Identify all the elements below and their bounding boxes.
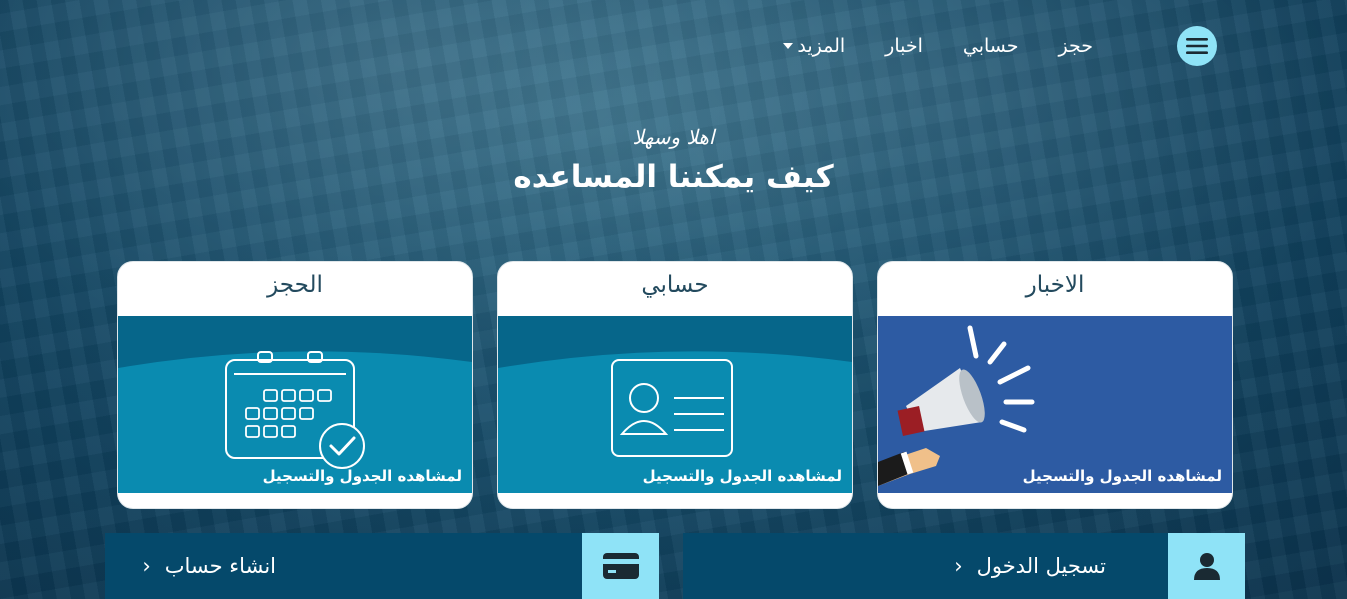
card-title: حسابي [641, 272, 709, 298]
top-nav: حجز حسابي اخبار المزيد [783, 26, 1217, 66]
chevron-left-icon: ‹ [142, 554, 151, 578]
login-label-group: تسجيل الدخول ‹ [954, 554, 1106, 578]
create-account-button[interactable]: انشاء حساب ‹ [105, 533, 659, 599]
my-account-card[interactable]: حسابي لمشاهده الجدول والتسجيل [497, 261, 853, 509]
card-title: الحجز [267, 272, 323, 298]
nav-item-my-account[interactable]: حسابي [963, 35, 1019, 57]
signup-label-group: انشاء حساب ‹ [142, 554, 276, 578]
booking-card[interactable]: الحجز لمشاهده الجدول والتسجيل [117, 261, 473, 509]
news-card[interactable]: الاخبار لمشاهده الجدول والتسجيل [877, 261, 1233, 509]
signup-icon-box [582, 533, 659, 599]
card-banner: لمشاهده الجدول والتسجيل [118, 316, 472, 493]
chevron-left-icon: ‹ [954, 554, 963, 578]
card-caption: لمشاهده الجدول والتسجيل [262, 467, 462, 485]
hamburger-icon [1186, 38, 1208, 54]
caret-down-icon [783, 43, 794, 49]
menu-button[interactable] [1177, 26, 1217, 66]
card-banner: لمشاهده الجدول والتسجيل [498, 316, 852, 493]
signup-label: انشاء حساب [164, 554, 276, 578]
login-button[interactable]: تسجيل الدخول ‹ [683, 533, 1245, 599]
card-caption: لمشاهده الجدول والتسجيل [642, 467, 842, 485]
credit-card-icon [602, 553, 639, 579]
card-caption: لمشاهده الجدول والتسجيل [1022, 467, 1222, 485]
nav-item-news[interactable]: اخبار [885, 35, 923, 57]
login-label: تسجيل الدخول [976, 554, 1106, 578]
user-icon [1193, 553, 1220, 580]
page-headline: كيف يمكننا المساعده [513, 159, 834, 195]
nav-item-booking[interactable]: حجز [1059, 35, 1094, 57]
greeting-text: اهلا وسهلا [632, 125, 715, 149]
hero-section: اهلا وسهلا كيف يمكننا المساعده [0, 125, 1347, 195]
login-icon-box [1168, 533, 1245, 599]
card-banner: لمشاهده الجدول والتسجيل [878, 316, 1232, 493]
nav-more-label: المزيد [797, 35, 846, 57]
card-title: الاخبار [1025, 272, 1085, 298]
nav-item-more-dropdown[interactable]: المزيد [783, 35, 845, 57]
